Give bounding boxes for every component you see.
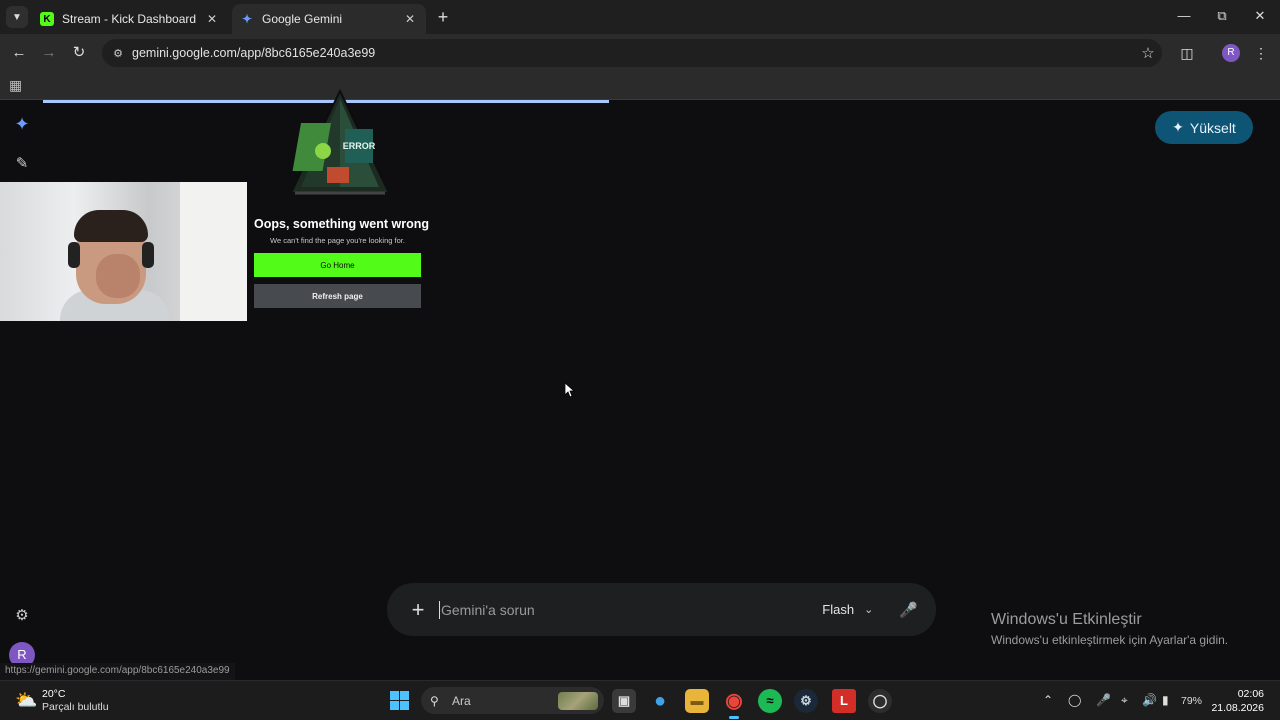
kick-logo-icon: K [40, 12, 54, 26]
tab-search-button[interactable]: ▼ [6, 6, 28, 28]
weather-temperature[interactable]: 20°C [42, 688, 65, 700]
go-home-button[interactable]: Go Home [254, 253, 421, 277]
tab-title: Google Gemini [262, 12, 343, 26]
battery-percent[interactable]: 79% [1181, 695, 1202, 707]
search-label: Ara [452, 693, 471, 708]
mouse-cursor-icon [565, 383, 575, 397]
browser-toolbar: ← → ↻ ⚙ gemini.google.com/app/8bc6165e24… [0, 34, 1280, 72]
network-icon[interactable]: ⌖ [1121, 693, 1128, 708]
upgrade-label: Yükselt [1189, 119, 1236, 136]
back-button[interactable]: ← [9, 43, 29, 63]
gemini-main: ✦ ✎ ⚙ R ✦ Yükselt ERROR Oops, something … [0, 89, 1280, 680]
profile-avatar[interactable]: R [1222, 44, 1240, 62]
tab-title: Stream - Kick Dashboard [62, 12, 197, 26]
status-bar-url: https://gemini.google.com/app/8bc6165e24… [0, 663, 235, 680]
apps-grid-icon[interactable]: ▦ [9, 77, 22, 94]
battery-icon[interactable]: ▮ [1162, 693, 1169, 707]
windows-activate-subtitle: Windows'u etkinleştirmek için Ayarlar'a … [991, 633, 1229, 647]
menu-dots-icon[interactable]: ⋮ [1251, 43, 1271, 63]
folder-icon[interactable]: ▬ [685, 689, 709, 713]
gemini-sparkle-icon: ✦ [241, 12, 253, 26]
chrome-icon[interactable]: ◉ [722, 689, 746, 713]
task-view-icon[interactable]: ▣ [612, 689, 636, 713]
volume-icon[interactable]: 🔊 [1142, 693, 1157, 707]
upgrade-button[interactable]: ✦ Yükselt [1155, 111, 1253, 144]
active-app-indicator [729, 716, 739, 719]
error-title: Oops, something went wrong [254, 217, 429, 231]
lastpass-icon[interactable]: L [832, 689, 856, 713]
add-attachment-icon[interactable]: + [405, 597, 431, 623]
reload-button[interactable]: ↻ [69, 43, 89, 63]
steam-icon[interactable]: ⚙ [794, 689, 818, 713]
restore-button[interactable]: ⧉ [1212, 8, 1232, 24]
microphone-tray-icon[interactable]: 🎤 [1096, 693, 1111, 707]
weather-partly-cloudy-icon[interactable]: ⛅ [15, 690, 37, 711]
url-text: gemini.google.com/app/8bc6165e240a3e99 [132, 46, 376, 60]
extensions-icon[interactable]: ◫ [1177, 43, 1197, 63]
weather-description[interactable]: Parçalı bulutlu [42, 701, 109, 713]
forward-button[interactable]: → [39, 43, 59, 63]
prompt-input[interactable]: Gemini'a sorun [439, 600, 822, 619]
bookmark-star-icon[interactable]: ☆ [1134, 44, 1162, 62]
new-chat-icon[interactable]: ✎ [12, 154, 32, 174]
microphone-icon[interactable]: 🎤 [899, 601, 918, 619]
search-icon: ⚲ [430, 693, 439, 708]
sparkle-icon: ✦ [1172, 119, 1184, 135]
error-sign-image: ERROR [289, 89, 391, 195]
windows-taskbar: ⛅ 20°C Parçalı bulutlu ⚲ Ara ▣ ● ▬ ◉ ≈ ⚙… [0, 680, 1280, 720]
tab-google-gemini[interactable]: ✦ Google Gemini ✕ [232, 4, 426, 34]
spotify-icon[interactable]: ≈ [758, 689, 782, 713]
address-bar[interactable]: ⚙ gemini.google.com/app/8bc6165e240a3e99… [102, 39, 1162, 67]
clock-time[interactable]: 02:06 [1216, 688, 1264, 700]
taskbar-search[interactable]: ⚲ Ara [421, 687, 604, 714]
refresh-page-button[interactable]: Refresh page [254, 284, 421, 308]
edge-icon[interactable]: ● [648, 689, 672, 713]
onedrive-icon[interactable]: ◯ [1068, 693, 1081, 707]
error-subtitle: We can't find the page you're looking fo… [270, 236, 405, 245]
start-button[interactable] [390, 691, 409, 710]
sign-text: ERROR [343, 141, 376, 151]
webcam-overlay [0, 182, 247, 321]
obs-icon[interactable]: ◯ [868, 689, 892, 713]
close-tab-icon[interactable]: ✕ [402, 12, 418, 26]
close-tab-icon[interactable]: ✕ [204, 12, 220, 26]
settings-gear-icon[interactable]: ⚙ [12, 606, 32, 626]
prompt-box: + Gemini'a sorun Flash ⌄ 🎤 [387, 583, 936, 636]
windows-activate-title: Windows'u Etkinleştir [991, 611, 1142, 628]
site-settings-icon[interactable]: ⚙ [104, 47, 132, 60]
clock-date[interactable]: 21.08.2026 [1208, 702, 1264, 714]
model-selector[interactable]: Flash [822, 602, 854, 617]
close-window-button[interactable]: ✕ [1250, 8, 1270, 24]
search-highlight-image [558, 691, 598, 710]
tray-expand-icon[interactable]: ⌃ [1043, 693, 1053, 707]
chevron-down-icon[interactable]: ⌄ [864, 603, 873, 616]
new-tab-button[interactable]: + [434, 8, 452, 26]
tab-kick-dashboard[interactable]: K Stream - Kick Dashboard ✕ [32, 4, 228, 34]
minimize-button[interactable]: — [1174, 8, 1194, 23]
bookmarks-bar: ▦ [0, 72, 1280, 100]
gemini-sparkle-icon[interactable]: ✦ [12, 114, 32, 134]
browser-tab-bar: ▼ K Stream - Kick Dashboard ✕ ✦ Google G… [0, 0, 1280, 34]
